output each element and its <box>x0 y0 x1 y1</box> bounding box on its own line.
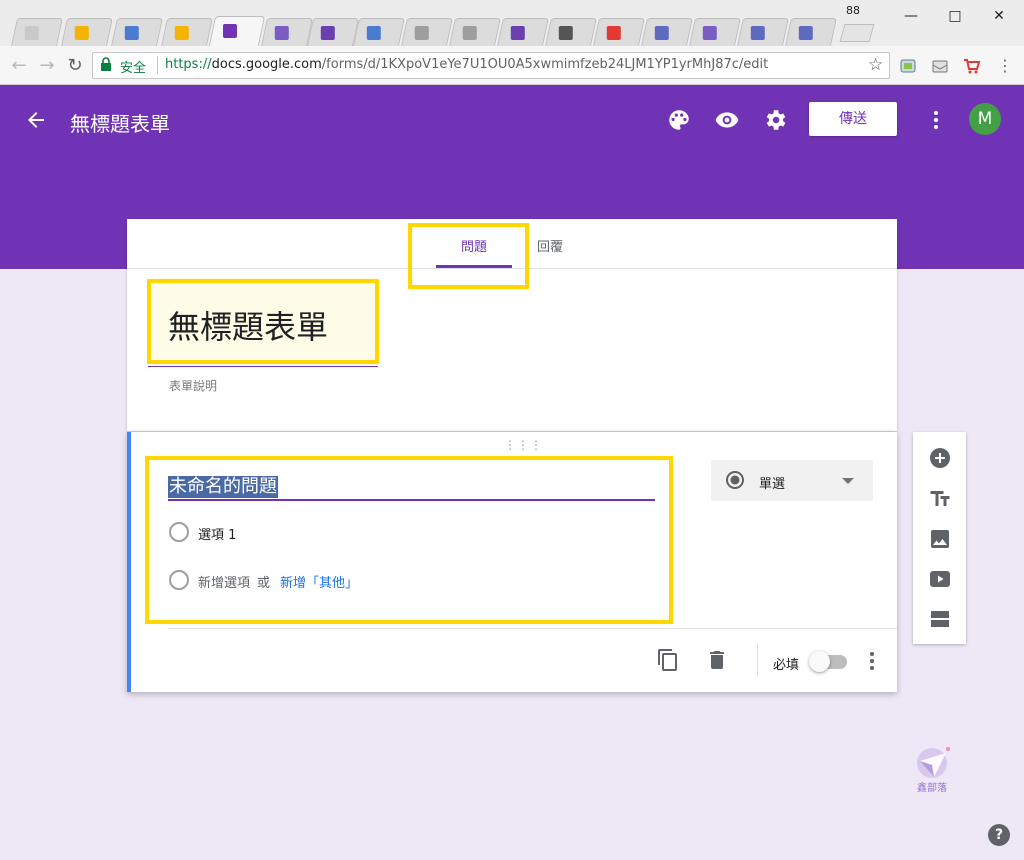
browser-tab[interactable] <box>497 18 549 46</box>
form-name: 無標題表單 <box>70 112 170 136</box>
preview-eye-icon[interactable] <box>714 107 740 133</box>
form-description-input[interactable]: 表單說明 <box>169 377 217 394</box>
question-footer-divider <box>168 628 897 629</box>
url-path: /forms/d/1KXpoV1eYe7U1OU0A5xwmimfzeb24LJ… <box>321 57 769 72</box>
url-scheme: https:// <box>165 57 212 72</box>
bookmark-star-icon[interactable]: ☆ <box>868 55 883 75</box>
svg-text:鑫部落: 鑫部落 <box>917 781 947 794</box>
browser-tab-strip <box>0 0 1024 46</box>
browser-tab[interactable] <box>449 18 501 46</box>
forward-nav-icon[interactable]: → <box>36 55 58 77</box>
delete-trash-icon[interactable] <box>705 648 729 672</box>
extension-icon[interactable] <box>930 56 950 76</box>
settings-gear-icon[interactable] <box>762 107 788 133</box>
lock-icon <box>101 57 111 71</box>
new-tab-button[interactable] <box>839 24 875 42</box>
title-highlight-box <box>147 279 379 364</box>
browser-tab[interactable] <box>11 18 63 46</box>
browser-tab[interactable] <box>593 18 645 46</box>
tab-count: 88 <box>846 4 860 17</box>
add-question-icon[interactable] <box>928 446 952 470</box>
browser-tab[interactable] <box>401 18 453 46</box>
reload-icon[interactable]: ↻ <box>64 55 86 77</box>
send-button[interactable]: 傳送 <box>809 102 897 136</box>
back-nav-icon[interactable]: ← <box>8 55 30 77</box>
question-more-icon[interactable] <box>864 650 880 672</box>
close-window-button[interactable]: ✕ <box>976 4 1022 28</box>
browser-tab-active[interactable] <box>208 16 266 46</box>
browser-tab[interactable] <box>161 18 213 46</box>
secure-label: 安全 <box>120 61 147 76</box>
browser-tab[interactable] <box>545 18 597 46</box>
browser-tab[interactable] <box>261 18 313 46</box>
question-highlight-box <box>145 456 673 624</box>
question-type-label: 單選 <box>759 477 786 492</box>
browser-tab[interactable] <box>689 18 741 46</box>
url-text[interactable]: https://docs.google.com/forms/d/1KXpoV1e… <box>165 57 768 72</box>
dropdown-arrow-icon <box>842 478 854 484</box>
required-toggle-thumb[interactable] <box>809 651 830 672</box>
watermark-logo: 鑫部落 <box>917 747 950 794</box>
palette-icon[interactable] <box>666 107 692 133</box>
browser-tab[interactable] <box>353 18 405 46</box>
required-label: 必填 <box>773 658 800 673</box>
help-icon[interactable]: ? <box>988 824 1010 846</box>
back-arrow-icon[interactable] <box>24 108 48 132</box>
browser-tab[interactable] <box>641 18 693 46</box>
duplicate-icon[interactable] <box>656 648 680 672</box>
browser-tab[interactable] <box>785 18 837 46</box>
maximize-button[interactable]: □ <box>932 4 978 28</box>
drag-handle-icon[interactable]: ⋮⋮⋮ <box>504 438 543 452</box>
add-video-icon[interactable] <box>928 567 952 591</box>
account-avatar[interactable]: M <box>969 103 1001 135</box>
add-image-icon[interactable] <box>928 527 952 551</box>
browser-tab[interactable] <box>737 18 789 46</box>
address-separator <box>157 56 158 74</box>
url-host: docs.google.com <box>211 57 322 72</box>
question-active-indicator <box>127 432 131 692</box>
tab-responses[interactable]: 回覆 <box>522 236 578 255</box>
cart-extension-icon[interactable] <box>962 56 982 76</box>
browser-tab[interactable] <box>61 18 113 46</box>
footer-separator <box>757 644 758 676</box>
extension-icon[interactable] <box>898 56 918 76</box>
browser-tab[interactable] <box>111 18 163 46</box>
radio-button-icon <box>726 471 744 489</box>
add-section-icon[interactable] <box>928 607 952 631</box>
add-title-text-icon[interactable] <box>928 487 952 511</box>
minimize-button[interactable]: — <box>888 4 934 28</box>
more-options-icon[interactable] <box>928 108 944 132</box>
browser-tab[interactable] <box>307 18 359 46</box>
tab-highlight-box <box>408 223 529 289</box>
browser-menu-icon[interactable]: ⋮ <box>994 55 1016 77</box>
